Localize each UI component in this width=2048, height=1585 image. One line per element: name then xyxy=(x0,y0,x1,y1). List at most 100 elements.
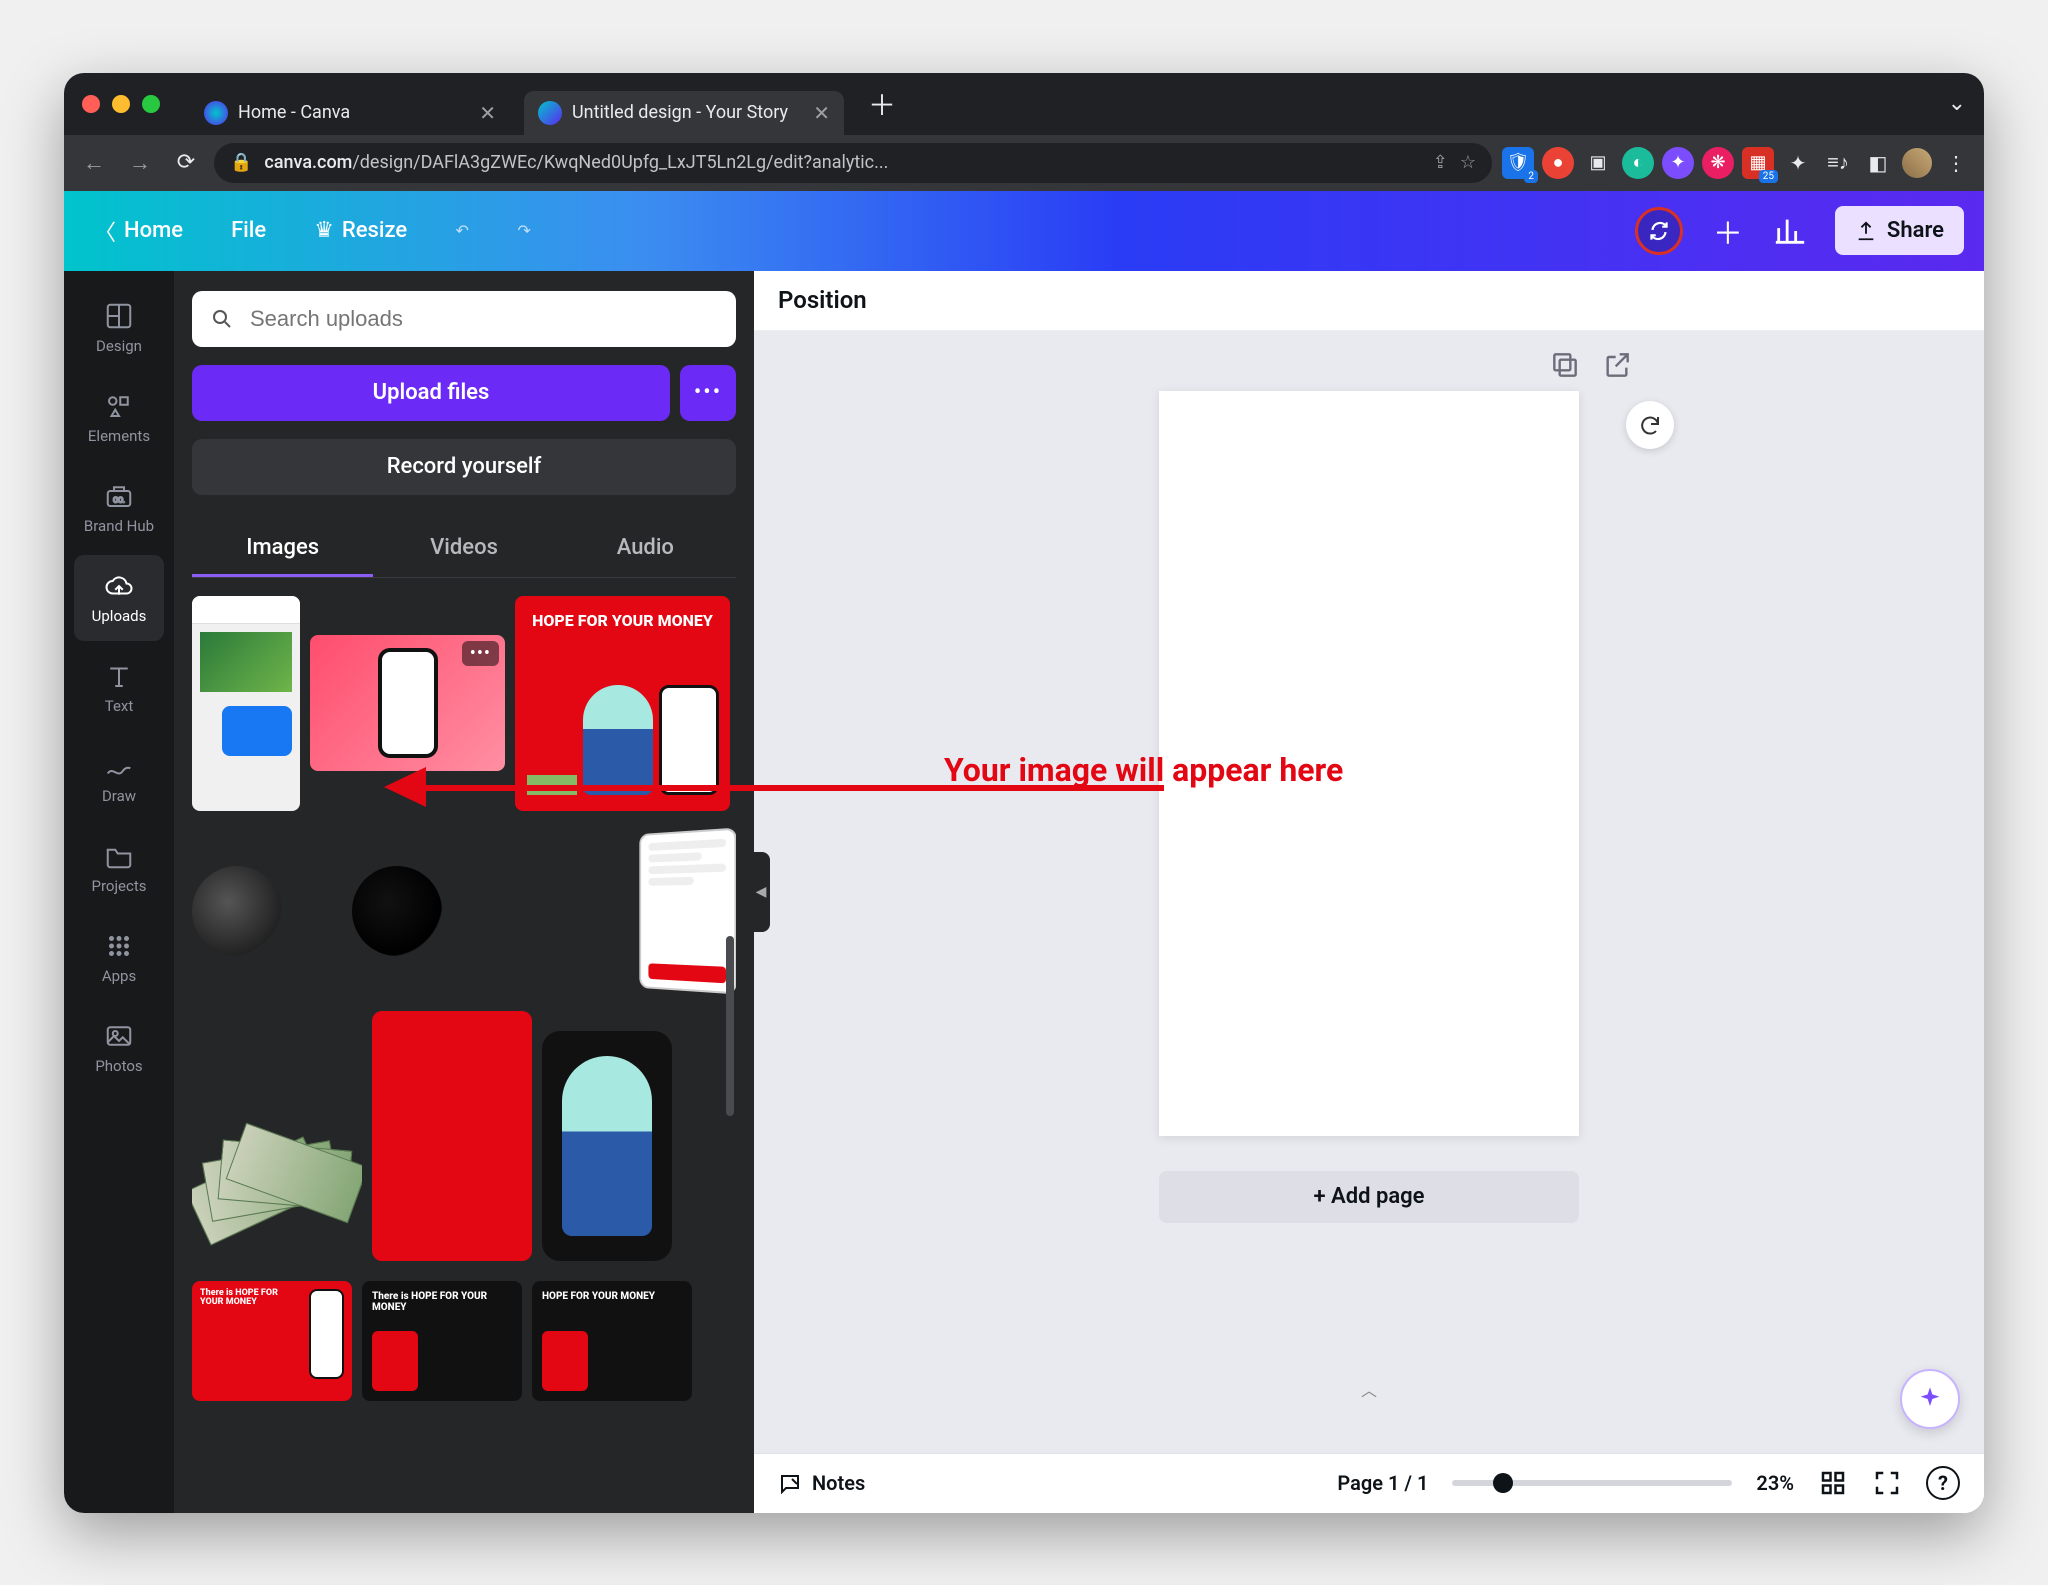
search-uploads[interactable] xyxy=(192,291,736,347)
extension-icon[interactable]: ▦25 xyxy=(1742,147,1774,179)
canvas-area: Position ◀ + Add page ︿ xyxy=(754,271,1984,1513)
extension-icon[interactable]: ❋ xyxy=(1702,147,1734,179)
extension-icon[interactable]: ▣ xyxy=(1582,147,1614,179)
help-button[interactable]: ? xyxy=(1926,1466,1960,1500)
upload-thumbnail[interactable]: HOPE FOR YOUR MONEY xyxy=(515,596,730,811)
rail-brand-hub[interactable]: CO. Brand Hub xyxy=(74,465,164,551)
tab-audio[interactable]: Audio xyxy=(555,521,736,577)
zoom-value[interactable]: 23% xyxy=(1756,1471,1794,1495)
rail-uploads[interactable]: Uploads xyxy=(74,555,164,641)
page-indicator[interactable]: Page 1 / 1 xyxy=(1337,1471,1428,1495)
duplicate-page-icon[interactable] xyxy=(1549,349,1581,381)
tab-images[interactable]: Images xyxy=(192,521,373,577)
open-external-icon[interactable] xyxy=(1601,349,1633,381)
maximize-window-button[interactable] xyxy=(142,95,160,113)
canva-favicon xyxy=(538,101,562,125)
thumbnail-more-icon[interactable]: ••• xyxy=(462,641,499,666)
upload-thumbnail[interactable] xyxy=(192,1121,362,1261)
design-page[interactable] xyxy=(1159,391,1579,1136)
forward-button[interactable]: → xyxy=(122,145,158,181)
panel-scrollbar[interactable] xyxy=(726,936,734,1116)
search-input[interactable] xyxy=(248,305,718,333)
sync-status-highlighted[interactable] xyxy=(1635,207,1683,255)
side-panel-icon[interactable]: ◧ xyxy=(1862,151,1894,175)
draw-icon xyxy=(104,751,134,781)
reading-list-icon[interactable]: ≡♪ xyxy=(1822,150,1854,175)
tab-videos[interactable]: Videos xyxy=(373,521,554,577)
notes-button[interactable]: Notes xyxy=(778,1471,865,1495)
fullscreen-icon[interactable] xyxy=(1872,1468,1902,1498)
rail-design[interactable]: Design xyxy=(74,285,164,371)
browser-window: Home - Canva ✕ Untitled design - Your St… xyxy=(64,73,1984,1513)
notes-icon xyxy=(778,1471,802,1495)
upload-thumbnail[interactable]: There is HOPE FOR YOUR MONEY xyxy=(362,1281,522,1401)
home-button[interactable]: 〈 Home xyxy=(84,207,193,255)
upload-thumbnail[interactable] xyxy=(192,596,300,811)
rail-projects[interactable]: Projects xyxy=(74,825,164,911)
analytics-button[interactable] xyxy=(1773,214,1807,248)
rail-apps[interactable]: Apps xyxy=(74,915,164,1001)
upload-thumbnail[interactable] xyxy=(372,1011,532,1261)
chrome-menu-icon[interactable]: ⋮ xyxy=(1940,151,1972,175)
zoom-slider[interactable] xyxy=(1452,1480,1732,1486)
footer-pull-handle[interactable]: ︿ xyxy=(1339,1381,1399,1397)
design-stage[interactable]: ◀ + Add page ︿ xyxy=(754,331,1984,1453)
address-bar[interactable]: 🔒 canva.com/design/DAFlA3gZWEc/KwqNed0Up… xyxy=(214,143,1492,183)
layout-icon xyxy=(104,301,134,331)
position-button[interactable]: Position xyxy=(778,286,867,314)
upload-more-button[interactable]: ••• xyxy=(680,365,736,421)
extensions-menu-icon[interactable]: ✦ xyxy=(1782,151,1814,175)
share-button[interactable]: Share xyxy=(1835,206,1964,255)
page-sync-button[interactable] xyxy=(1626,401,1674,449)
upload-thumbnail[interactable] xyxy=(352,866,442,956)
undo-button[interactable]: ↶ xyxy=(445,214,479,248)
browser-tab-untitled-design[interactable]: Untitled design - Your Story ✕ xyxy=(524,91,844,135)
close-tab-icon[interactable]: ✕ xyxy=(813,101,830,125)
magic-button[interactable] xyxy=(1900,1369,1960,1429)
tab-title: Home - Canva xyxy=(238,102,469,123)
upload-files-button[interactable]: Upload files xyxy=(192,365,670,421)
close-window-button[interactable] xyxy=(82,95,100,113)
crown-icon: ♛ xyxy=(314,218,334,243)
record-yourself-button[interactable]: Record yourself xyxy=(192,439,736,495)
upload-thumbnail[interactable] xyxy=(542,1031,672,1261)
image-icon xyxy=(104,1021,134,1051)
close-tab-icon[interactable]: ✕ xyxy=(479,101,496,125)
extension-icon[interactable]: ● xyxy=(1542,147,1574,179)
upload-thumbnail[interactable] xyxy=(639,827,736,994)
briefcase-icon: CO. xyxy=(104,481,134,511)
reload-button[interactable]: ⟳ xyxy=(168,145,204,181)
new-tab-button[interactable]: ＋ xyxy=(858,78,906,130)
minimize-window-button[interactable] xyxy=(112,95,130,113)
extension-icon[interactable]: ✦ xyxy=(1662,147,1694,179)
collapse-panel-handle[interactable]: ◀ xyxy=(754,852,770,932)
main-area: Design Elements CO. Brand Hub Uploads Te… xyxy=(64,271,1984,1513)
upload-thumbnail[interactable]: There is HOPE FOR YOUR MONEY xyxy=(192,1281,352,1401)
rail-text[interactable]: Text xyxy=(74,645,164,731)
sync-icon xyxy=(1646,218,1672,244)
left-rail: Design Elements CO. Brand Hub Uploads Te… xyxy=(64,271,174,1513)
upload-thumbnail[interactable]: ••• xyxy=(310,635,505,771)
file-menu[interactable]: File xyxy=(221,210,276,251)
upload-thumbnail[interactable] xyxy=(192,866,282,956)
resize-button[interactable]: ♛ Resize xyxy=(304,210,417,251)
grid-view-icon[interactable] xyxy=(1818,1468,1848,1498)
tab-overflow-button[interactable]: ⌄ xyxy=(1948,91,1966,116)
chart-icon xyxy=(1773,214,1807,248)
extension-icon[interactable]: ◐ xyxy=(1622,147,1654,179)
rail-elements[interactable]: Elements xyxy=(74,375,164,461)
browser-toolbar: ← → ⟳ 🔒 canva.com/design/DAFlA3gZWEc/Kwq… xyxy=(64,135,1984,191)
share-url-icon[interactable]: ⇪ xyxy=(1433,152,1448,173)
uploads-grid[interactable]: ••• HOPE FOR YOUR MONEY xyxy=(192,596,736,1493)
add-collaborator-button[interactable]: ＋ xyxy=(1711,214,1745,248)
bookmark-icon[interactable]: ☆ xyxy=(1460,152,1476,173)
redo-button[interactable]: ↷ xyxy=(507,214,541,248)
rail-draw[interactable]: Draw xyxy=(74,735,164,821)
profile-avatar[interactable] xyxy=(1902,148,1932,178)
upload-thumbnail[interactable]: HOPE FOR YOUR MONEY xyxy=(532,1281,692,1401)
browser-tab-home-canva[interactable]: Home - Canva ✕ xyxy=(190,91,510,135)
add-page-button[interactable]: + Add page xyxy=(1159,1171,1579,1223)
back-button[interactable]: ← xyxy=(76,145,112,181)
extension-bitwarden[interactable]: 🛡2 xyxy=(1502,147,1534,179)
rail-photos[interactable]: Photos xyxy=(74,1005,164,1091)
